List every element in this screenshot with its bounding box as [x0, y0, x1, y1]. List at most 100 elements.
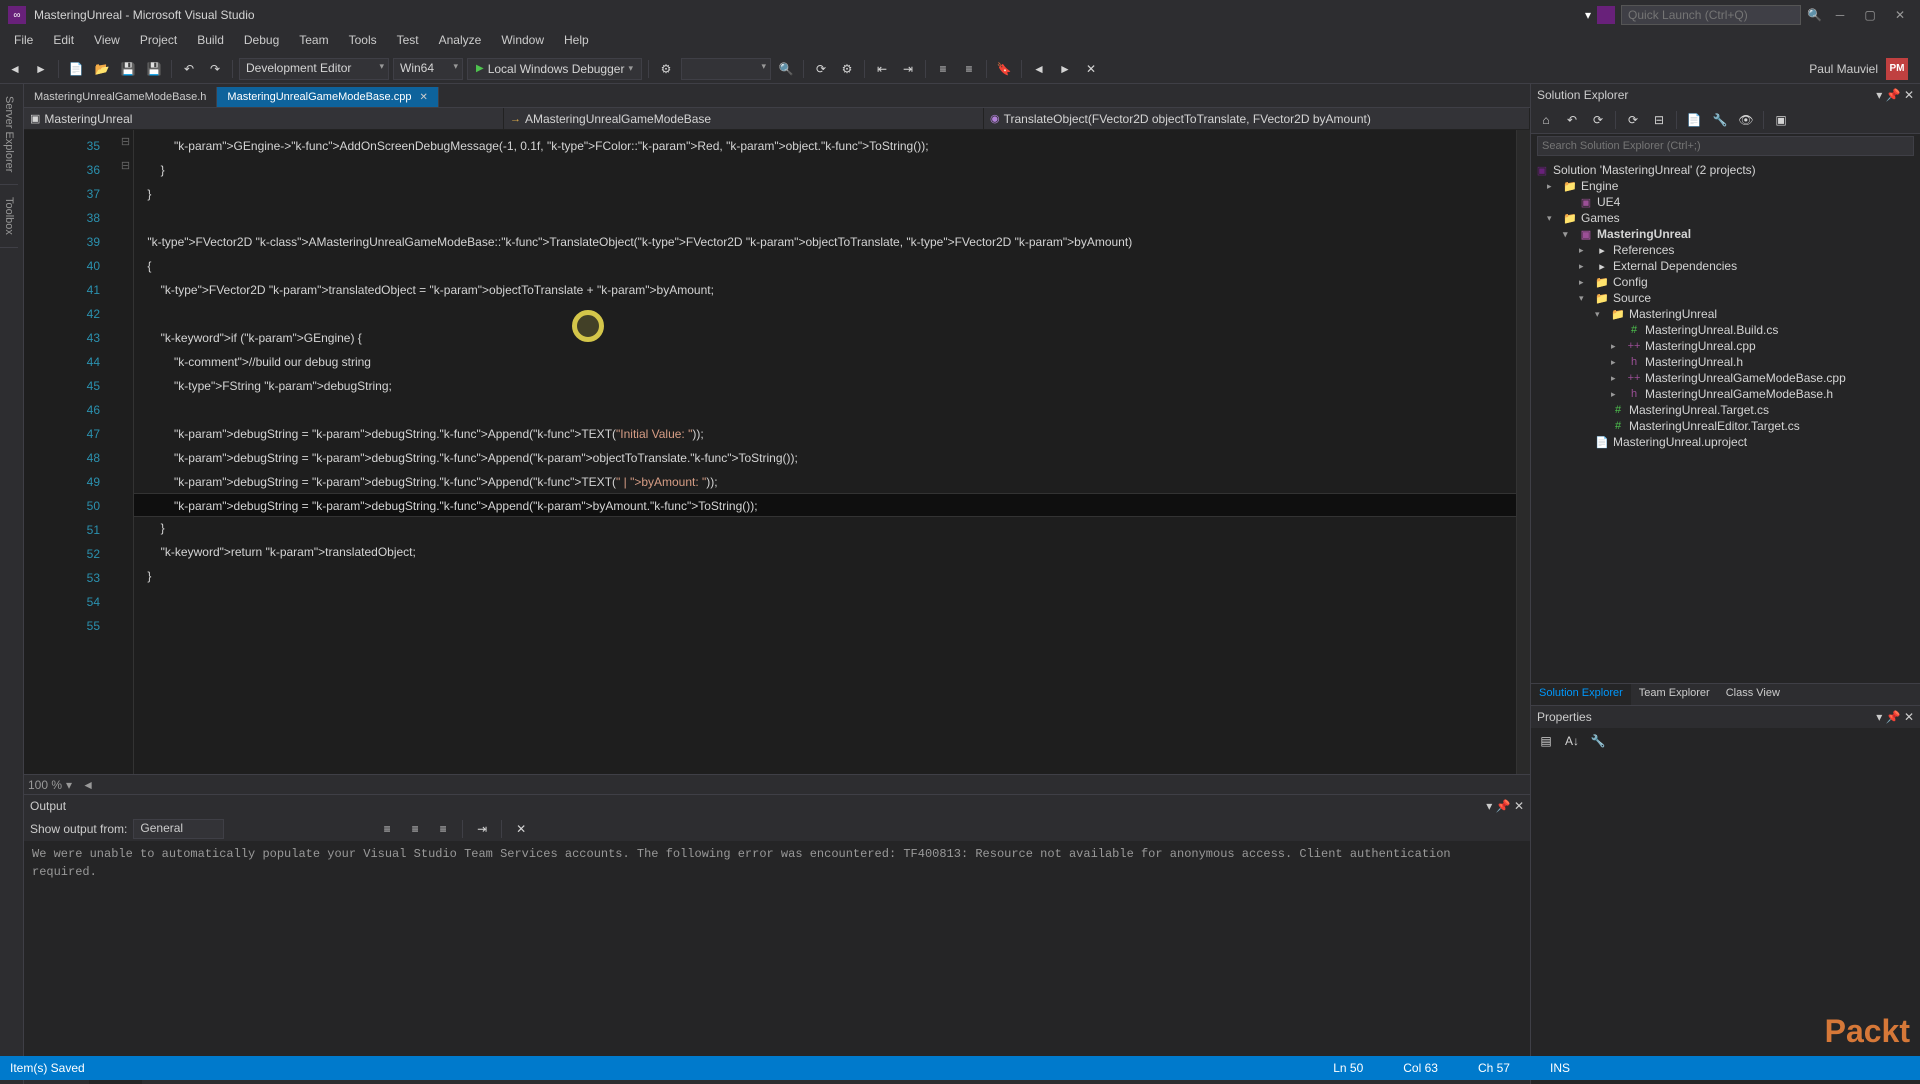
- tree-item[interactable]: 📄MasteringUnreal.uproject: [1531, 434, 1920, 450]
- se-back-icon[interactable]: ↶: [1561, 109, 1583, 131]
- right-panel-tab[interactable]: Class View: [1718, 684, 1788, 705]
- output-close-icon[interactable]: ✕: [1514, 799, 1524, 813]
- output-source-dropdown[interactable]: General: [133, 819, 224, 839]
- output-clear-icon[interactable]: ≡: [376, 818, 398, 840]
- se-mode-icon[interactable]: ▣: [1770, 109, 1792, 131]
- se-collapse-icon[interactable]: ⊟: [1648, 109, 1670, 131]
- back-button[interactable]: ◄: [4, 58, 26, 80]
- menu-view[interactable]: View: [84, 30, 130, 54]
- tool-icon[interactable]: ⚙: [655, 58, 677, 80]
- notification-icon[interactable]: [1597, 6, 1615, 24]
- panel-pin-icon[interactable]: 📌: [1886, 88, 1901, 102]
- menu-window[interactable]: Window: [491, 30, 554, 54]
- tree-item[interactable]: #MasteringUnrealEditor.Target.cs: [1531, 418, 1920, 434]
- menu-help[interactable]: Help: [554, 30, 599, 54]
- user-label[interactable]: Paul Mauviel: [1809, 62, 1878, 76]
- next-bookmark-icon[interactable]: ►: [1054, 58, 1076, 80]
- output-goto-icon[interactable]: ⇥: [471, 818, 493, 840]
- code-content[interactable]: "k-param">GEngine->"k-func">AddOnScreenD…: [134, 130, 1516, 774]
- zoom-level[interactable]: 100 %: [28, 778, 62, 792]
- tree-item[interactable]: ▣UE4: [1531, 194, 1920, 210]
- forward-button[interactable]: ►: [30, 58, 52, 80]
- tree-item[interactable]: ▾▣MasteringUnreal: [1531, 226, 1920, 242]
- menu-test[interactable]: Test: [387, 30, 429, 54]
- tree-item[interactable]: #MasteringUnreal.Target.cs: [1531, 402, 1920, 418]
- se-sync-icon[interactable]: ⟳: [1587, 109, 1609, 131]
- refresh-icon[interactable]: ⟳: [810, 58, 832, 80]
- undo-button[interactable]: ↶: [178, 58, 200, 80]
- comment-icon[interactable]: ≡: [932, 58, 954, 80]
- clear-bookmark-icon[interactable]: ✕: [1080, 58, 1102, 80]
- tree-item[interactable]: #MasteringUnreal.Build.cs: [1531, 322, 1920, 338]
- se-refresh-icon[interactable]: ⟳: [1622, 109, 1644, 131]
- menu-project[interactable]: Project: [130, 30, 187, 54]
- search-combo[interactable]: [681, 58, 771, 80]
- quick-launch-input[interactable]: [1621, 5, 1801, 25]
- maximize-button[interactable]: ▢: [1858, 5, 1882, 25]
- find-icon[interactable]: 🔍: [775, 58, 797, 80]
- panel-close-icon[interactable]: ✕: [1904, 88, 1914, 102]
- menu-tools[interactable]: Tools: [339, 30, 387, 54]
- tree-item[interactable]: ▸hMasteringUnrealGameModeBase.h: [1531, 386, 1920, 402]
- output-clear-all-icon[interactable]: ✕: [510, 818, 532, 840]
- solution-search-input[interactable]: [1537, 136, 1914, 156]
- right-panel-tab[interactable]: Team Explorer: [1631, 684, 1718, 705]
- prop-alpha-icon[interactable]: A↓: [1561, 730, 1583, 752]
- tree-item[interactable]: ▸▸References: [1531, 242, 1920, 258]
- save-all-button[interactable]: 💾: [143, 58, 165, 80]
- prop-pin-icon[interactable]: 📌: [1886, 710, 1901, 724]
- output-toggle-icon[interactable]: ≡: [404, 818, 426, 840]
- menu-build[interactable]: Build: [187, 30, 234, 54]
- tree-item[interactable]: ▾📁MasteringUnreal: [1531, 306, 1920, 322]
- flag-icon[interactable]: ▾: [1585, 8, 1591, 22]
- minimize-button[interactable]: ─: [1828, 5, 1852, 25]
- search-icon[interactable]: 🔍: [1807, 8, 1822, 22]
- server-explorer-tab[interactable]: Server Explorer: [0, 84, 18, 185]
- config-dropdown[interactable]: Development Editor: [239, 58, 389, 80]
- platform-dropdown[interactable]: Win64: [393, 58, 463, 80]
- menu-edit[interactable]: Edit: [43, 30, 84, 54]
- tree-item[interactable]: ▾📁Source: [1531, 290, 1920, 306]
- prop-categorized-icon[interactable]: ▤: [1535, 730, 1557, 752]
- right-panel-tab[interactable]: Solution Explorer: [1531, 684, 1631, 705]
- tree-item[interactable]: ▸📁Engine: [1531, 178, 1920, 194]
- new-project-button[interactable]: 📄: [65, 58, 87, 80]
- nav-class[interactable]: → AMasteringUnrealGameModeBase: [504, 108, 984, 129]
- menu-file[interactable]: File: [4, 30, 43, 54]
- tree-item[interactable]: ▸▸External Dependencies: [1531, 258, 1920, 274]
- output-autohide-icon[interactable]: 📌: [1496, 799, 1511, 813]
- solution-tree[interactable]: ▣ Solution 'MasteringUnreal' (2 projects…: [1531, 158, 1920, 683]
- save-button[interactable]: 💾: [117, 58, 139, 80]
- gear-icon[interactable]: ⚙: [836, 58, 858, 80]
- prop-close-icon[interactable]: ✕: [1904, 710, 1914, 724]
- indent-in-icon[interactable]: ⇥: [897, 58, 919, 80]
- se-home-icon[interactable]: ⌂: [1535, 109, 1557, 131]
- output-pin-icon[interactable]: ▾: [1486, 799, 1492, 813]
- redo-button[interactable]: ↷: [204, 58, 226, 80]
- scroll-overview[interactable]: [1516, 130, 1530, 774]
- se-properties-icon[interactable]: 🔧: [1709, 109, 1731, 131]
- indent-out-icon[interactable]: ⇤: [871, 58, 893, 80]
- tree-item[interactable]: ▸📁Config: [1531, 274, 1920, 290]
- se-preview-icon[interactable]: 👁: [1735, 109, 1757, 131]
- bookmark-icon[interactable]: 🔖: [993, 58, 1015, 80]
- code-editor[interactable]: 3536373839404142434445464748495051525354…: [24, 130, 1530, 774]
- uncomment-icon[interactable]: ≡: [958, 58, 980, 80]
- tree-item[interactable]: ▸++MasteringUnrealGameModeBase.cpp: [1531, 370, 1920, 386]
- toolbox-tab[interactable]: Toolbox: [0, 185, 18, 248]
- tree-item[interactable]: ▸++MasteringUnreal.cpp: [1531, 338, 1920, 354]
- prev-bookmark-icon[interactable]: ◄: [1028, 58, 1050, 80]
- tree-item[interactable]: ▸hMasteringUnreal.h: [1531, 354, 1920, 370]
- output-wrap-icon[interactable]: ≡: [432, 818, 454, 840]
- panel-dropdown-icon[interactable]: ▾: [1876, 88, 1882, 102]
- menu-analyze[interactable]: Analyze: [429, 30, 492, 54]
- user-avatar[interactable]: PM: [1886, 58, 1908, 80]
- file-tab[interactable]: MasteringUnrealGameModeBase.h: [24, 87, 217, 107]
- start-debug-button[interactable]: ▶ Local Windows Debugger ▾: [467, 58, 642, 80]
- solution-label[interactable]: Solution 'MasteringUnreal' (2 projects): [1553, 163, 1756, 177]
- nav-scope[interactable]: ▣ MasteringUnreal: [24, 108, 504, 129]
- menu-debug[interactable]: Debug: [234, 30, 289, 54]
- fold-bar[interactable]: ⊟⊟: [118, 130, 134, 774]
- prop-dropdown-icon[interactable]: ▾: [1876, 710, 1882, 724]
- close-button[interactable]: ✕: [1888, 5, 1912, 25]
